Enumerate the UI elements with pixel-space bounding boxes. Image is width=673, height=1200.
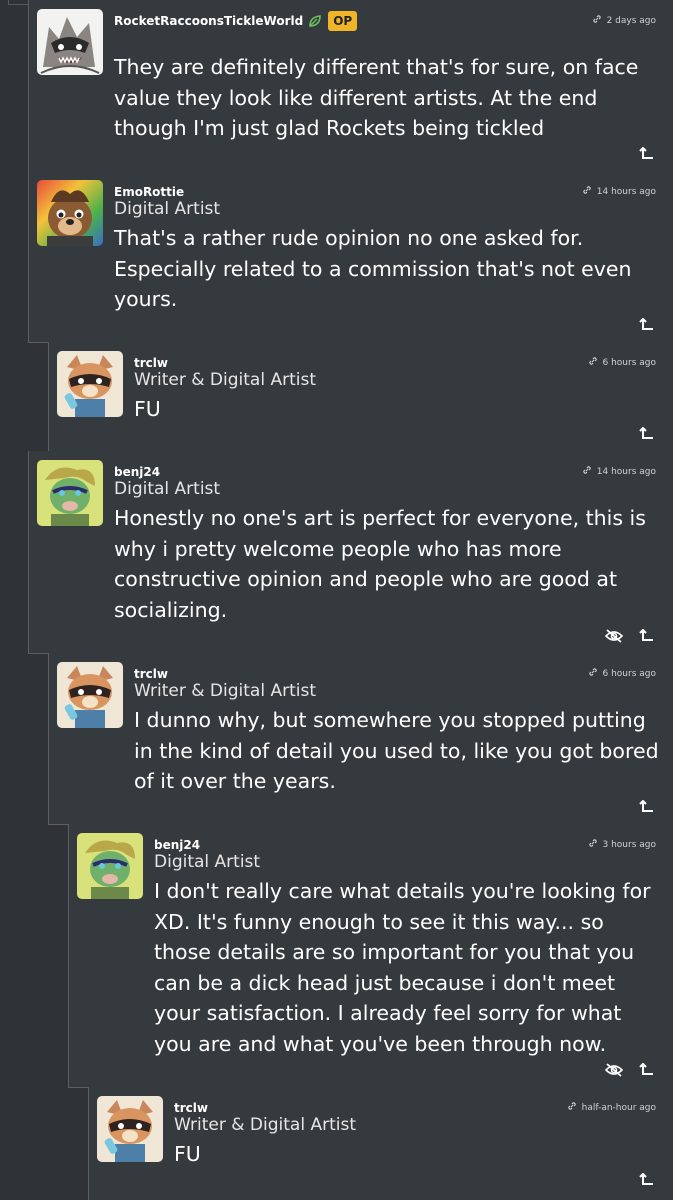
timestamp: 6 hours ago xyxy=(602,669,657,679)
link-icon xyxy=(583,186,591,194)
comment-permalink[interactable]: 3 hours ago xyxy=(588,838,657,850)
reply-icon[interactable] xyxy=(639,1173,655,1187)
user-title: Writer & Digital Artist xyxy=(134,370,317,390)
comment-body: I dunno why, but somewhere you stopped p… xyxy=(134,708,659,793)
comment-card: trclw half-an-hour ago Writer & Digital … xyxy=(88,1087,673,1200)
comment-body: They are definitely different that's for… xyxy=(114,55,639,140)
leaf-icon xyxy=(309,15,321,27)
avatar-raccoon-artist[interactable] xyxy=(57,351,123,417)
user-title: Writer & Digital Artist xyxy=(174,1115,357,1135)
comment-card: EmoRottie 14 hours ago Digital Artist Th… xyxy=(28,171,673,343)
comment-body: FU xyxy=(174,1142,201,1166)
hide-icon[interactable] xyxy=(605,629,623,643)
comment-permalink[interactable]: 14 hours ago xyxy=(582,465,656,477)
timestamp: 2 days ago xyxy=(606,16,656,26)
comment-body: Honestly no one's art is perfect for eve… xyxy=(114,506,646,622)
comment-body: FU xyxy=(134,397,161,421)
timestamp: half-an-hour ago xyxy=(581,1103,656,1113)
username[interactable]: RocketRaccoonsTickleWorld xyxy=(114,11,303,31)
user-title: Digital Artist xyxy=(114,199,221,219)
link-icon xyxy=(588,357,597,365)
link-icon xyxy=(583,466,591,474)
link-icon xyxy=(588,839,597,847)
comment-permalink[interactable]: 6 hours ago xyxy=(588,667,657,679)
link-icon xyxy=(567,1102,576,1110)
link-icon xyxy=(588,668,597,676)
reply-icon[interactable] xyxy=(639,318,655,332)
user-title: Writer & Digital Artist xyxy=(134,681,317,701)
comment-card: benj24 3 hours ago Digital Artist I don'… xyxy=(68,824,673,1088)
reply-icon[interactable] xyxy=(639,147,655,161)
comment-permalink[interactable]: half-an-hour ago xyxy=(567,1101,656,1113)
hide-icon[interactable] xyxy=(605,1063,623,1077)
avatar-green-character[interactable] xyxy=(37,460,103,526)
comment-body: I don't really care what details you're … xyxy=(154,879,651,1056)
comment-permalink[interactable]: 6 hours ago xyxy=(588,356,657,368)
link-icon xyxy=(592,15,601,23)
avatar-dog[interactable] xyxy=(37,180,103,246)
timestamp: 3 hours ago xyxy=(602,840,657,850)
timestamp: 6 hours ago xyxy=(602,358,657,368)
comment-card: trclw 6 hours ago Writer & Digital Artis… xyxy=(48,342,673,452)
comment-card: RocketRaccoonsTickleWorld OP 2 days ago … xyxy=(28,0,673,172)
comment-permalink[interactable]: 2 days ago xyxy=(592,14,656,26)
op-badge: OP xyxy=(328,11,358,31)
avatar-raccoon[interactable] xyxy=(37,9,103,75)
user-title: Digital Artist xyxy=(154,852,261,872)
user-title: Digital Artist xyxy=(114,479,221,499)
avatar-green-character[interactable] xyxy=(77,833,143,899)
comment-card: trclw 6 hours ago Writer & Digital Artis… xyxy=(48,653,673,825)
avatar-raccoon-artist[interactable] xyxy=(57,662,123,728)
comment-permalink[interactable]: 14 hours ago xyxy=(582,185,656,197)
reply-icon[interactable] xyxy=(639,629,655,643)
reply-icon[interactable] xyxy=(639,427,655,441)
timestamp: 14 hours ago xyxy=(596,467,656,477)
reply-icon[interactable] xyxy=(639,800,655,814)
comment-card: benj24 14 hours ago Digital Artist Hones… xyxy=(28,451,673,654)
avatar-raccoon-artist[interactable] xyxy=(97,1096,163,1162)
reply-icon[interactable] xyxy=(639,1063,655,1077)
timestamp: 14 hours ago xyxy=(596,187,656,197)
comment-body: That's a rather rude opinion no one aske… xyxy=(114,226,632,311)
